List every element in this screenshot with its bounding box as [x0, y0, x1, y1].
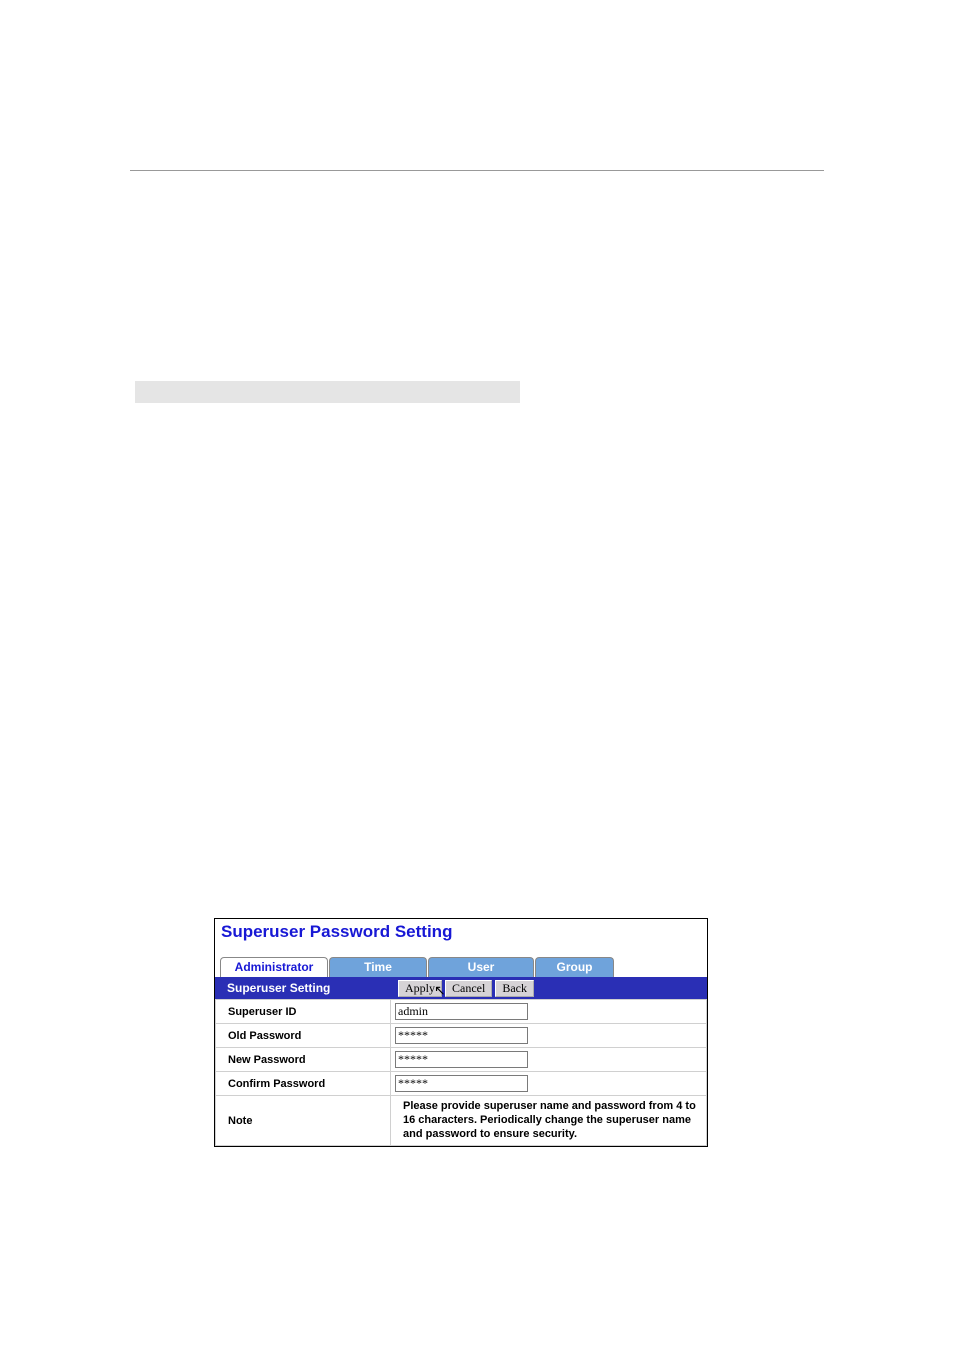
input-superuser-id[interactable]	[395, 1003, 528, 1020]
note-text: Please provide superuser name and passwo…	[391, 1096, 707, 1146]
page-rule	[130, 170, 824, 171]
apply-button[interactable]: Apply ↖	[398, 980, 442, 997]
back-button[interactable]: Back	[495, 980, 534, 997]
label-confirm-password: Confirm Password	[216, 1072, 391, 1096]
input-old-password[interactable]	[395, 1027, 528, 1044]
row-confirm-password: Confirm Password	[216, 1072, 707, 1096]
tab-administrator[interactable]: Administrator	[220, 957, 328, 977]
label-old-password: Old Password	[216, 1024, 391, 1048]
apply-button-label: Apply	[405, 981, 435, 995]
tab-strip: Administrator Time User Group	[215, 957, 707, 977]
label-superuser-id: Superuser ID	[216, 1000, 391, 1024]
settings-table: Superuser ID Old Password New Password C…	[215, 999, 707, 1146]
tab-time[interactable]: Time	[329, 957, 427, 977]
section-actions: Apply ↖ Cancel Back	[395, 980, 534, 997]
row-note: Note Please provide superuser name and p…	[216, 1096, 707, 1146]
cancel-button[interactable]: Cancel	[445, 980, 492, 997]
label-new-password: New Password	[216, 1048, 391, 1072]
input-confirm-password[interactable]	[395, 1075, 528, 1092]
password-setting-panel: Superuser Password Setting Administrator…	[214, 918, 708, 1147]
panel-title: Superuser Password Setting	[215, 919, 707, 957]
input-new-password[interactable]	[395, 1051, 528, 1068]
section-heading: Superuser Setting	[215, 981, 395, 995]
row-old-password: Old Password	[216, 1024, 707, 1048]
gray-bar	[135, 381, 520, 403]
section-header: Superuser Setting Apply ↖ Cancel Back	[215, 977, 707, 999]
row-superuser-id: Superuser ID	[216, 1000, 707, 1024]
tab-user[interactable]: User	[428, 957, 534, 977]
row-new-password: New Password	[216, 1048, 707, 1072]
tab-group[interactable]: Group	[535, 957, 614, 977]
label-note: Note	[216, 1096, 391, 1146]
